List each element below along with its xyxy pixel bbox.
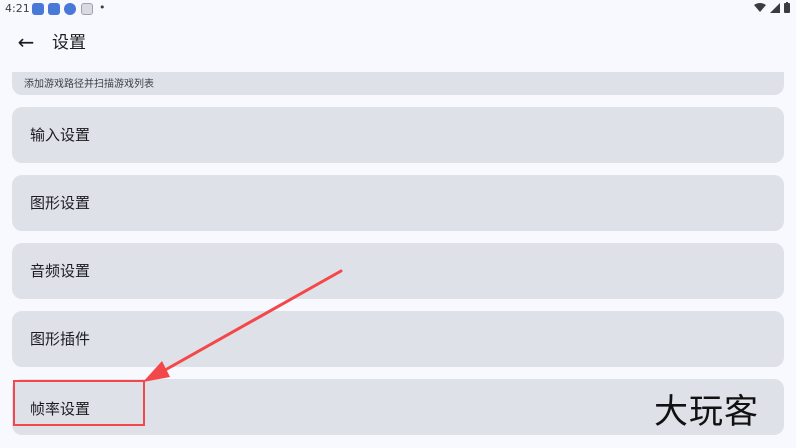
shield-icon [81, 3, 93, 15]
download-icon [64, 3, 76, 15]
settings-item-label: 音频设置 [30, 262, 91, 280]
settings-item-label: 图形插件 [30, 330, 91, 348]
settings-item-subtitle: 添加游戏路径并扫描游戏列表 [24, 79, 154, 90]
settings-item-label: 图形设置 [30, 194, 91, 212]
highlight-box [13, 380, 145, 426]
settings-item-label: 输入设置 [30, 126, 91, 144]
app-bar: ← 设置 [0, 18, 796, 72]
settings-item-graphics[interactable]: 图形设置 [12, 175, 784, 231]
settings-item-input[interactable]: 输入设置 [12, 107, 784, 163]
status-bar: 4:21 • [0, 0, 796, 18]
battery-icon [784, 2, 790, 13]
settings-item-audio[interactable]: 音频设置 [12, 243, 784, 299]
settings-item-scan[interactable]: 添加游戏路径并扫描游戏列表 [12, 72, 784, 95]
settings-item-plugins[interactable]: 图形插件 [12, 311, 784, 367]
wifi-icon [753, 3, 766, 12]
signal-icon [769, 3, 780, 13]
watermark-logo: 大玩客 [654, 392, 759, 432]
app-notification-icon [32, 3, 44, 15]
page-title: 设置 [52, 33, 86, 53]
status-time: 4:21 [5, 2, 30, 15]
status-dot: • [99, 1, 106, 14]
back-arrow-icon[interactable]: ← [12, 28, 40, 56]
status-right-icons [753, 2, 790, 16]
app-notification-icon [48, 3, 60, 15]
